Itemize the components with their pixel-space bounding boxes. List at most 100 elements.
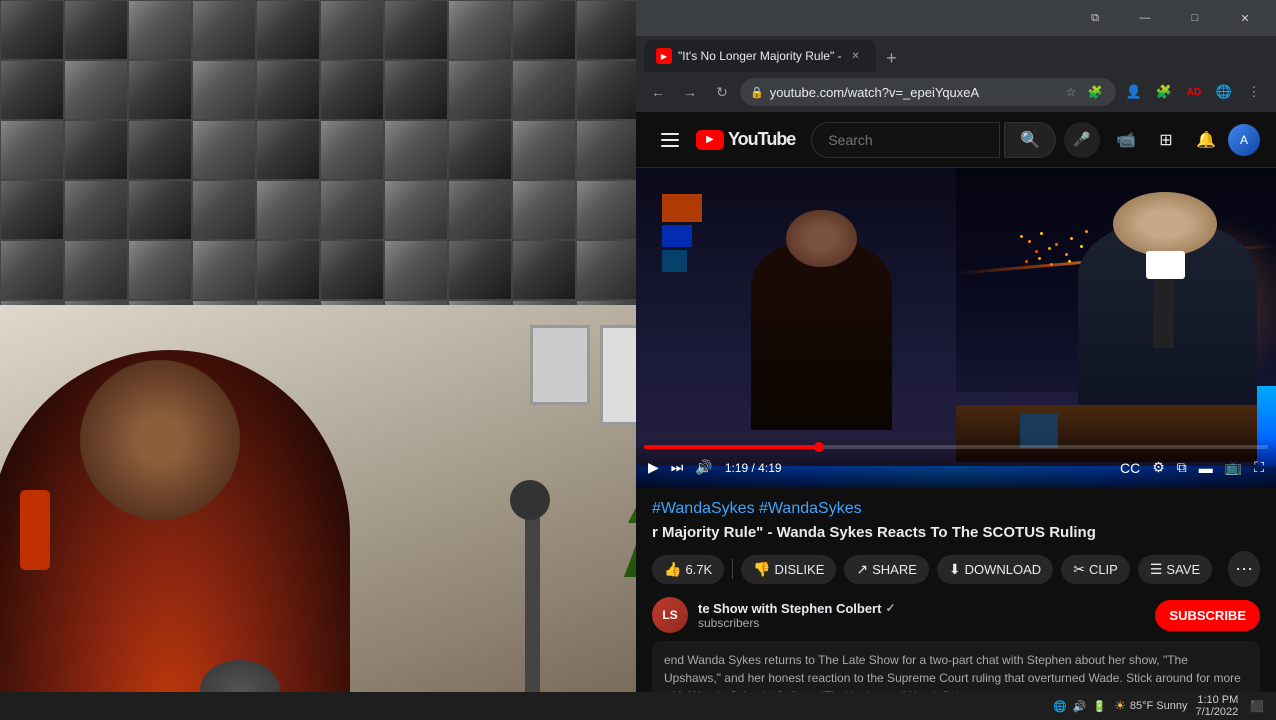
three-dots-icon: ⋮: [1248, 84, 1261, 100]
create-button[interactable]: 📹: [1108, 122, 1144, 158]
play-icon: ▶: [648, 459, 659, 476]
time-display: 1:10 PM: [1195, 694, 1238, 706]
thumbs-down-icon: 👎: [753, 561, 770, 578]
hamburger-icon: [661, 133, 679, 135]
network-icon: 🌐: [1053, 700, 1067, 713]
share-label: SHARE: [872, 562, 917, 577]
progress-bar[interactable]: [644, 445, 1268, 449]
weather-text: 85°F Sunny: [1130, 700, 1188, 712]
thumbs-up-icon: 👍: [664, 561, 681, 578]
system-clock: 1:10 PM 7/1/2022: [1195, 694, 1238, 718]
video-player[interactable]: ▶ ⏭ 🔊 1:19 / 4:19 CC ⚙: [636, 168, 1276, 488]
browser-toolbar-icons: 👤 🧩 AD 🌐 ⋮: [1120, 78, 1268, 106]
cast-button[interactable]: 📺: [1221, 455, 1246, 480]
close-icon: ✕: [1240, 12, 1249, 25]
download-button[interactable]: ⬇ DOWNLOAD: [937, 555, 1053, 584]
verified-icon: ✓: [885, 601, 895, 615]
extensions-toolbar-button[interactable]: 🧩: [1150, 78, 1178, 106]
search-button[interactable]: 🔍: [1004, 122, 1056, 158]
skip-next-button[interactable]: ⏭: [667, 455, 688, 480]
tab-title: "It's No Longer Majority Rule" -: [678, 49, 842, 63]
apps-button[interactable]: ⊞: [1148, 122, 1184, 158]
poster-2: [530, 325, 590, 405]
share-button[interactable]: ↗ SHARE: [844, 555, 929, 584]
lock-icon: 🔒: [750, 86, 764, 99]
notifications-button[interactable]: 🔔: [1188, 122, 1224, 158]
settings-button[interactable]: ⚙: [1148, 455, 1169, 480]
like-count: 6.7K: [685, 562, 712, 577]
back-button[interactable]: ←: [644, 78, 672, 106]
search-wrapper: 🔍 🎤: [811, 122, 1100, 158]
refresh-icon: ↻: [716, 84, 728, 101]
dislike-label: DISLIKE: [775, 562, 825, 577]
voice-search-button[interactable]: 🎤: [1064, 122, 1100, 158]
mic-head: [510, 480, 550, 520]
clip-button[interactable]: ✂ CLIP: [1061, 555, 1130, 584]
sun-icon: ☀: [1114, 698, 1126, 714]
dislike-button[interactable]: 👎 DISLIKE: [741, 555, 836, 584]
youtube-logo[interactable]: YouTube: [696, 129, 795, 150]
address-bar[interactable]: 🔒 youtube.com/watch?v=_epeiYquxeA ☆ 🧩: [740, 78, 1116, 106]
more-actions-button[interactable]: ⋯: [1228, 551, 1260, 587]
volume-button[interactable]: 🔊: [691, 455, 716, 480]
window-controls: ⧉ — □ ✕: [1072, 3, 1268, 33]
clip-label: CLIP: [1089, 562, 1118, 577]
miniplayer-icon: ⧉: [1177, 459, 1187, 476]
subscribe-button[interactable]: SUBSCRIBE: [1155, 600, 1260, 631]
extensions-button[interactable]: 🧩: [1084, 81, 1106, 103]
tab-close-button[interactable]: ✕: [848, 48, 864, 64]
youtube-menu-button[interactable]: [652, 122, 688, 158]
guest-figure: [751, 238, 892, 430]
miniplayer-button[interactable]: ⧉: [1173, 455, 1191, 480]
like-dislike-divider: [732, 559, 733, 579]
search-bar[interactable]: [811, 122, 1000, 158]
channel-name[interactable]: te Show with Stephen Colbert ✓: [698, 601, 1145, 616]
taskbar: 🌐 🔊 🔋 ☀ 85°F Sunny 1:10 PM 7/1/2022 ⬛: [0, 692, 1276, 720]
maximize-button[interactable]: □: [1172, 3, 1218, 33]
title-bar: ⧉ — □ ✕: [636, 0, 1276, 36]
close-button[interactable]: ✕: [1222, 3, 1268, 33]
like-button[interactable]: 👍 6.7K: [652, 555, 724, 584]
video-title: r Majority Rule" - Wanda Sykes Reacts To…: [652, 522, 1260, 543]
notification-center-button[interactable]: ⬛: [1246, 700, 1268, 713]
minimize-button[interactable]: —: [1122, 3, 1168, 33]
minimize-icon: —: [1140, 12, 1151, 24]
video-actions: 👍 6.7K 👎 DISLIKE ↗ SHARE ⬇ DOWNLOAD ✂: [652, 551, 1260, 587]
user-avatar[interactable]: A: [1228, 124, 1260, 156]
search-input[interactable]: [828, 132, 983, 148]
battery-icon: 🔋: [1093, 700, 1107, 713]
youtube-header: YouTube 🔍 🎤 📹 ⊞: [636, 112, 1276, 168]
new-tab-button[interactable]: +: [878, 44, 906, 72]
translate-icon: 🌐: [1216, 84, 1232, 100]
tab-favicon: [656, 48, 672, 64]
restore-button[interactable]: ⧉: [1072, 3, 1118, 33]
video-info: #WandaSykes #WandaSykes r Majority Rule"…: [636, 488, 1276, 720]
theater-button[interactable]: ▬: [1195, 456, 1217, 480]
refresh-button[interactable]: ↻: [708, 78, 736, 106]
youtube-logo-text: YouTube: [728, 129, 795, 150]
youtube-logo-icon: [696, 130, 724, 150]
channel-info: te Show with Stephen Colbert ✓ subscribe…: [698, 601, 1145, 630]
download-label: DOWNLOAD: [965, 562, 1042, 577]
hashtag-links[interactable]: #WandaSykes #WandaSykes: [652, 500, 862, 517]
fullscreen-button[interactable]: ⛶: [1250, 455, 1268, 480]
translate-button[interactable]: 🌐: [1210, 78, 1238, 106]
save-label: SAVE: [1166, 562, 1200, 577]
forward-button[interactable]: →: [676, 78, 704, 106]
settings-more-button[interactable]: ⋮: [1240, 78, 1268, 106]
profile-button[interactable]: 👤: [1120, 78, 1148, 106]
share-icon: ↗: [856, 561, 868, 578]
play-pause-button[interactable]: ▶: [644, 455, 663, 480]
person-head: [80, 360, 240, 520]
subscriber-count: subscribers: [698, 616, 1145, 630]
system-tray: 🌐 🔊 🔋: [1053, 700, 1106, 713]
download-icon: ⬇: [949, 561, 961, 578]
active-tab[interactable]: "It's No Longer Majority Rule" - ✕: [644, 40, 876, 72]
restore-icon: ⧉: [1091, 12, 1099, 25]
save-button[interactable]: ☰ SAVE: [1138, 555, 1212, 584]
address-text: youtube.com/watch?v=_epeiYquxeA: [770, 85, 1054, 100]
adblock-button[interactable]: AD: [1180, 78, 1208, 106]
subtitles-button[interactable]: CC: [1116, 456, 1144, 480]
puzzle-icon: 🧩: [1156, 84, 1172, 100]
bookmark-star-button[interactable]: ☆: [1060, 81, 1082, 103]
